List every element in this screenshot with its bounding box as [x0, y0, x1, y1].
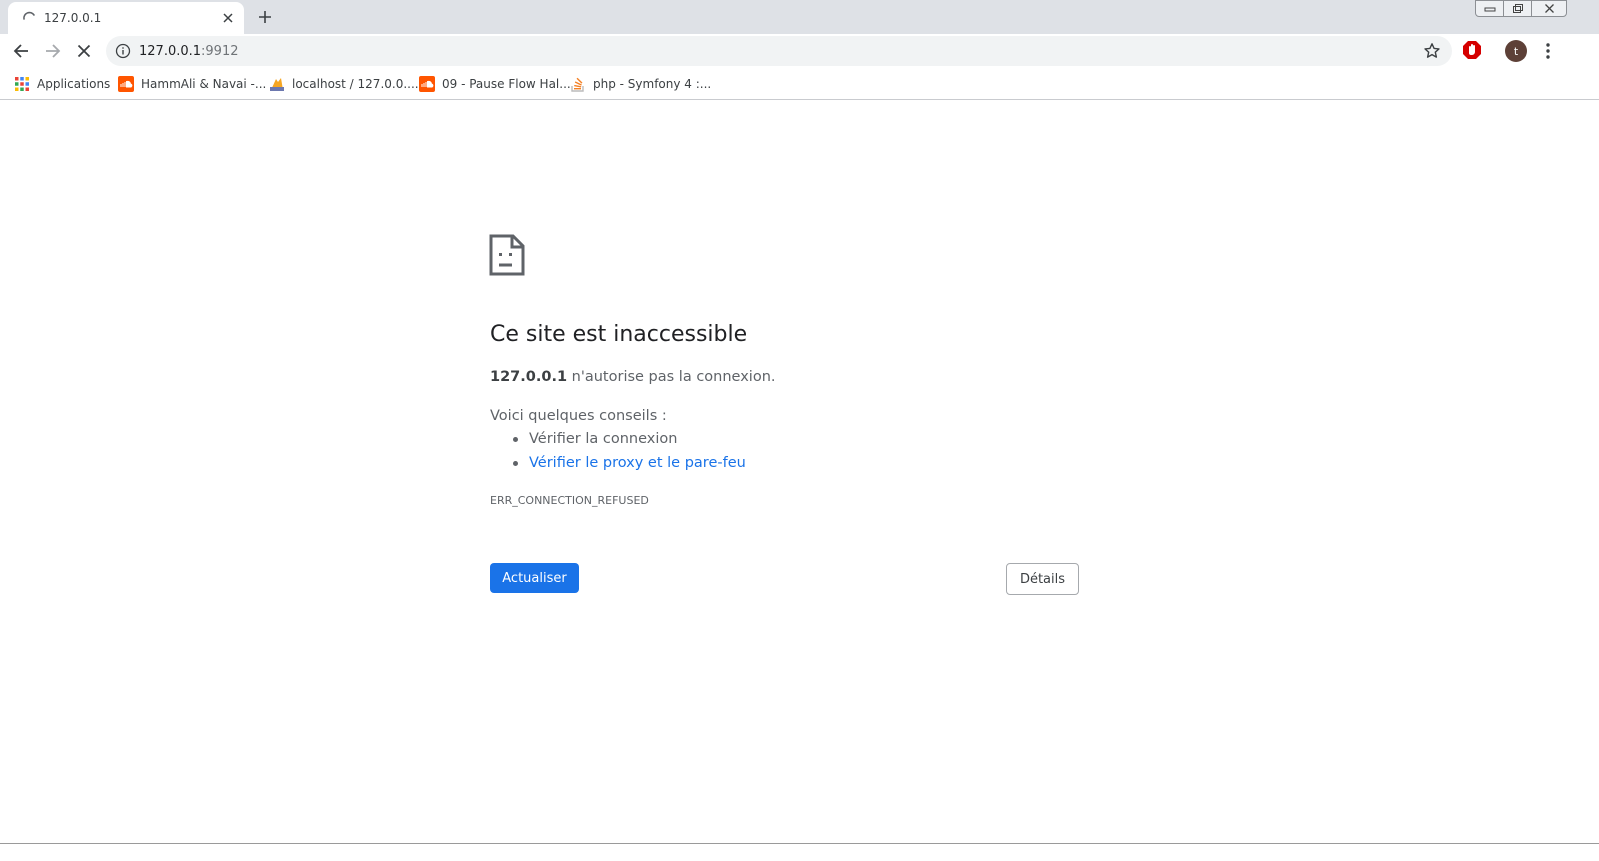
sad-page-icon — [489, 234, 525, 276]
bookmark-label: php - Symfony 4 :... — [593, 77, 712, 91]
tab-active[interactable]: 127.0.0.1 — [8, 2, 244, 34]
info-icon[interactable] — [115, 43, 131, 59]
soundcloud-icon — [419, 76, 435, 92]
bookmark-label: localhost / 127.0.0.... — [292, 77, 419, 91]
close-icon — [77, 44, 91, 58]
more-vertical-icon[interactable] — [1539, 40, 1557, 62]
profile-avatar[interactable]: t — [1505, 40, 1527, 62]
bookmark-pause-flow[interactable]: 09 - Pause Flow Hal... — [419, 74, 571, 94]
arrow-right-icon — [46, 44, 61, 58]
tip-text: Vérifier la connexion — [529, 431, 678, 447]
window-restore-button[interactable] — [1503, 0, 1533, 17]
window-bottom-edge — [0, 843, 1599, 861]
phpmyadmin-icon — [270, 78, 284, 91]
tab-strip: 127.0.0.1 — [0, 0, 1599, 34]
stackoverflow-icon — [571, 77, 584, 92]
forward-button[interactable] — [41, 39, 65, 63]
window-minimize-button[interactable] — [1475, 0, 1505, 17]
error-message: n'autorise pas la connexion. — [567, 369, 776, 385]
error-host: 127.0.0.1 — [490, 369, 568, 385]
back-button[interactable] — [9, 39, 33, 63]
tip-item-link[interactable]: Vérifier le proxy et le pare-feu — [513, 455, 746, 471]
loading-spinner-icon — [23, 11, 35, 20]
address-bar[interactable]: 127.0.0.1:9912 — [106, 36, 1452, 66]
error-title: Ce site est inaccessible — [490, 322, 748, 347]
error-code: ERR_CONNECTION_REFUSED — [490, 494, 649, 507]
tab-close-icon[interactable] — [218, 8, 238, 28]
tab-title: 127.0.0.1 — [44, 11, 102, 25]
bullet-icon — [513, 460, 518, 466]
bookmarks-bar: Applications HammAli & Navai -... localh… — [0, 68, 1599, 100]
arrow-left-icon — [13, 44, 28, 58]
bookmark-star-icon[interactable] — [1423, 42, 1441, 60]
tip-link-proxy-firewall[interactable]: Vérifier le proxy et le pare-feu — [529, 455, 746, 471]
ublock-extension-icon[interactable] — [1462, 40, 1482, 60]
details-button[interactable]: Détails — [1006, 563, 1079, 595]
url-text[interactable]: 127.0.0.1:9912 — [139, 44, 239, 59]
tip-item: Vérifier la connexion — [513, 431, 677, 447]
bookmark-applications[interactable]: Applications — [14, 74, 110, 94]
bookmark-hammali-navai[interactable]: HammAli & Navai -... — [118, 74, 266, 94]
reload-button[interactable]: Actualiser — [490, 563, 579, 593]
url-host: 127.0.0.1 — [139, 44, 202, 59]
bookmark-localhost-phpmyadmin[interactable]: localhost / 127.0.0.... — [269, 74, 419, 94]
bookmark-label: Applications — [37, 77, 111, 91]
bookmark-label: 09 - Pause Flow Hal... — [442, 77, 571, 91]
bookmark-symfony-stackoverflow[interactable]: php - Symfony 4 :... — [570, 74, 711, 94]
tips-heading: Voici quelques conseils : — [490, 408, 667, 424]
url-port: :9912 — [201, 44, 239, 59]
error-description: 127.0.0.1 n'autorise pas la connexion. — [490, 369, 776, 385]
window-close-button[interactable] — [1531, 0, 1567, 17]
soundcloud-icon — [118, 76, 134, 92]
stop-loading-button[interactable] — [72, 39, 96, 63]
toolbar: 127.0.0.1:9912 — [0, 34, 1599, 68]
bookmark-label: HammAli & Navai -... — [141, 77, 267, 91]
apps-grid-icon — [15, 77, 29, 91]
bullet-icon — [513, 436, 518, 442]
new-tab-button[interactable] — [254, 6, 276, 28]
